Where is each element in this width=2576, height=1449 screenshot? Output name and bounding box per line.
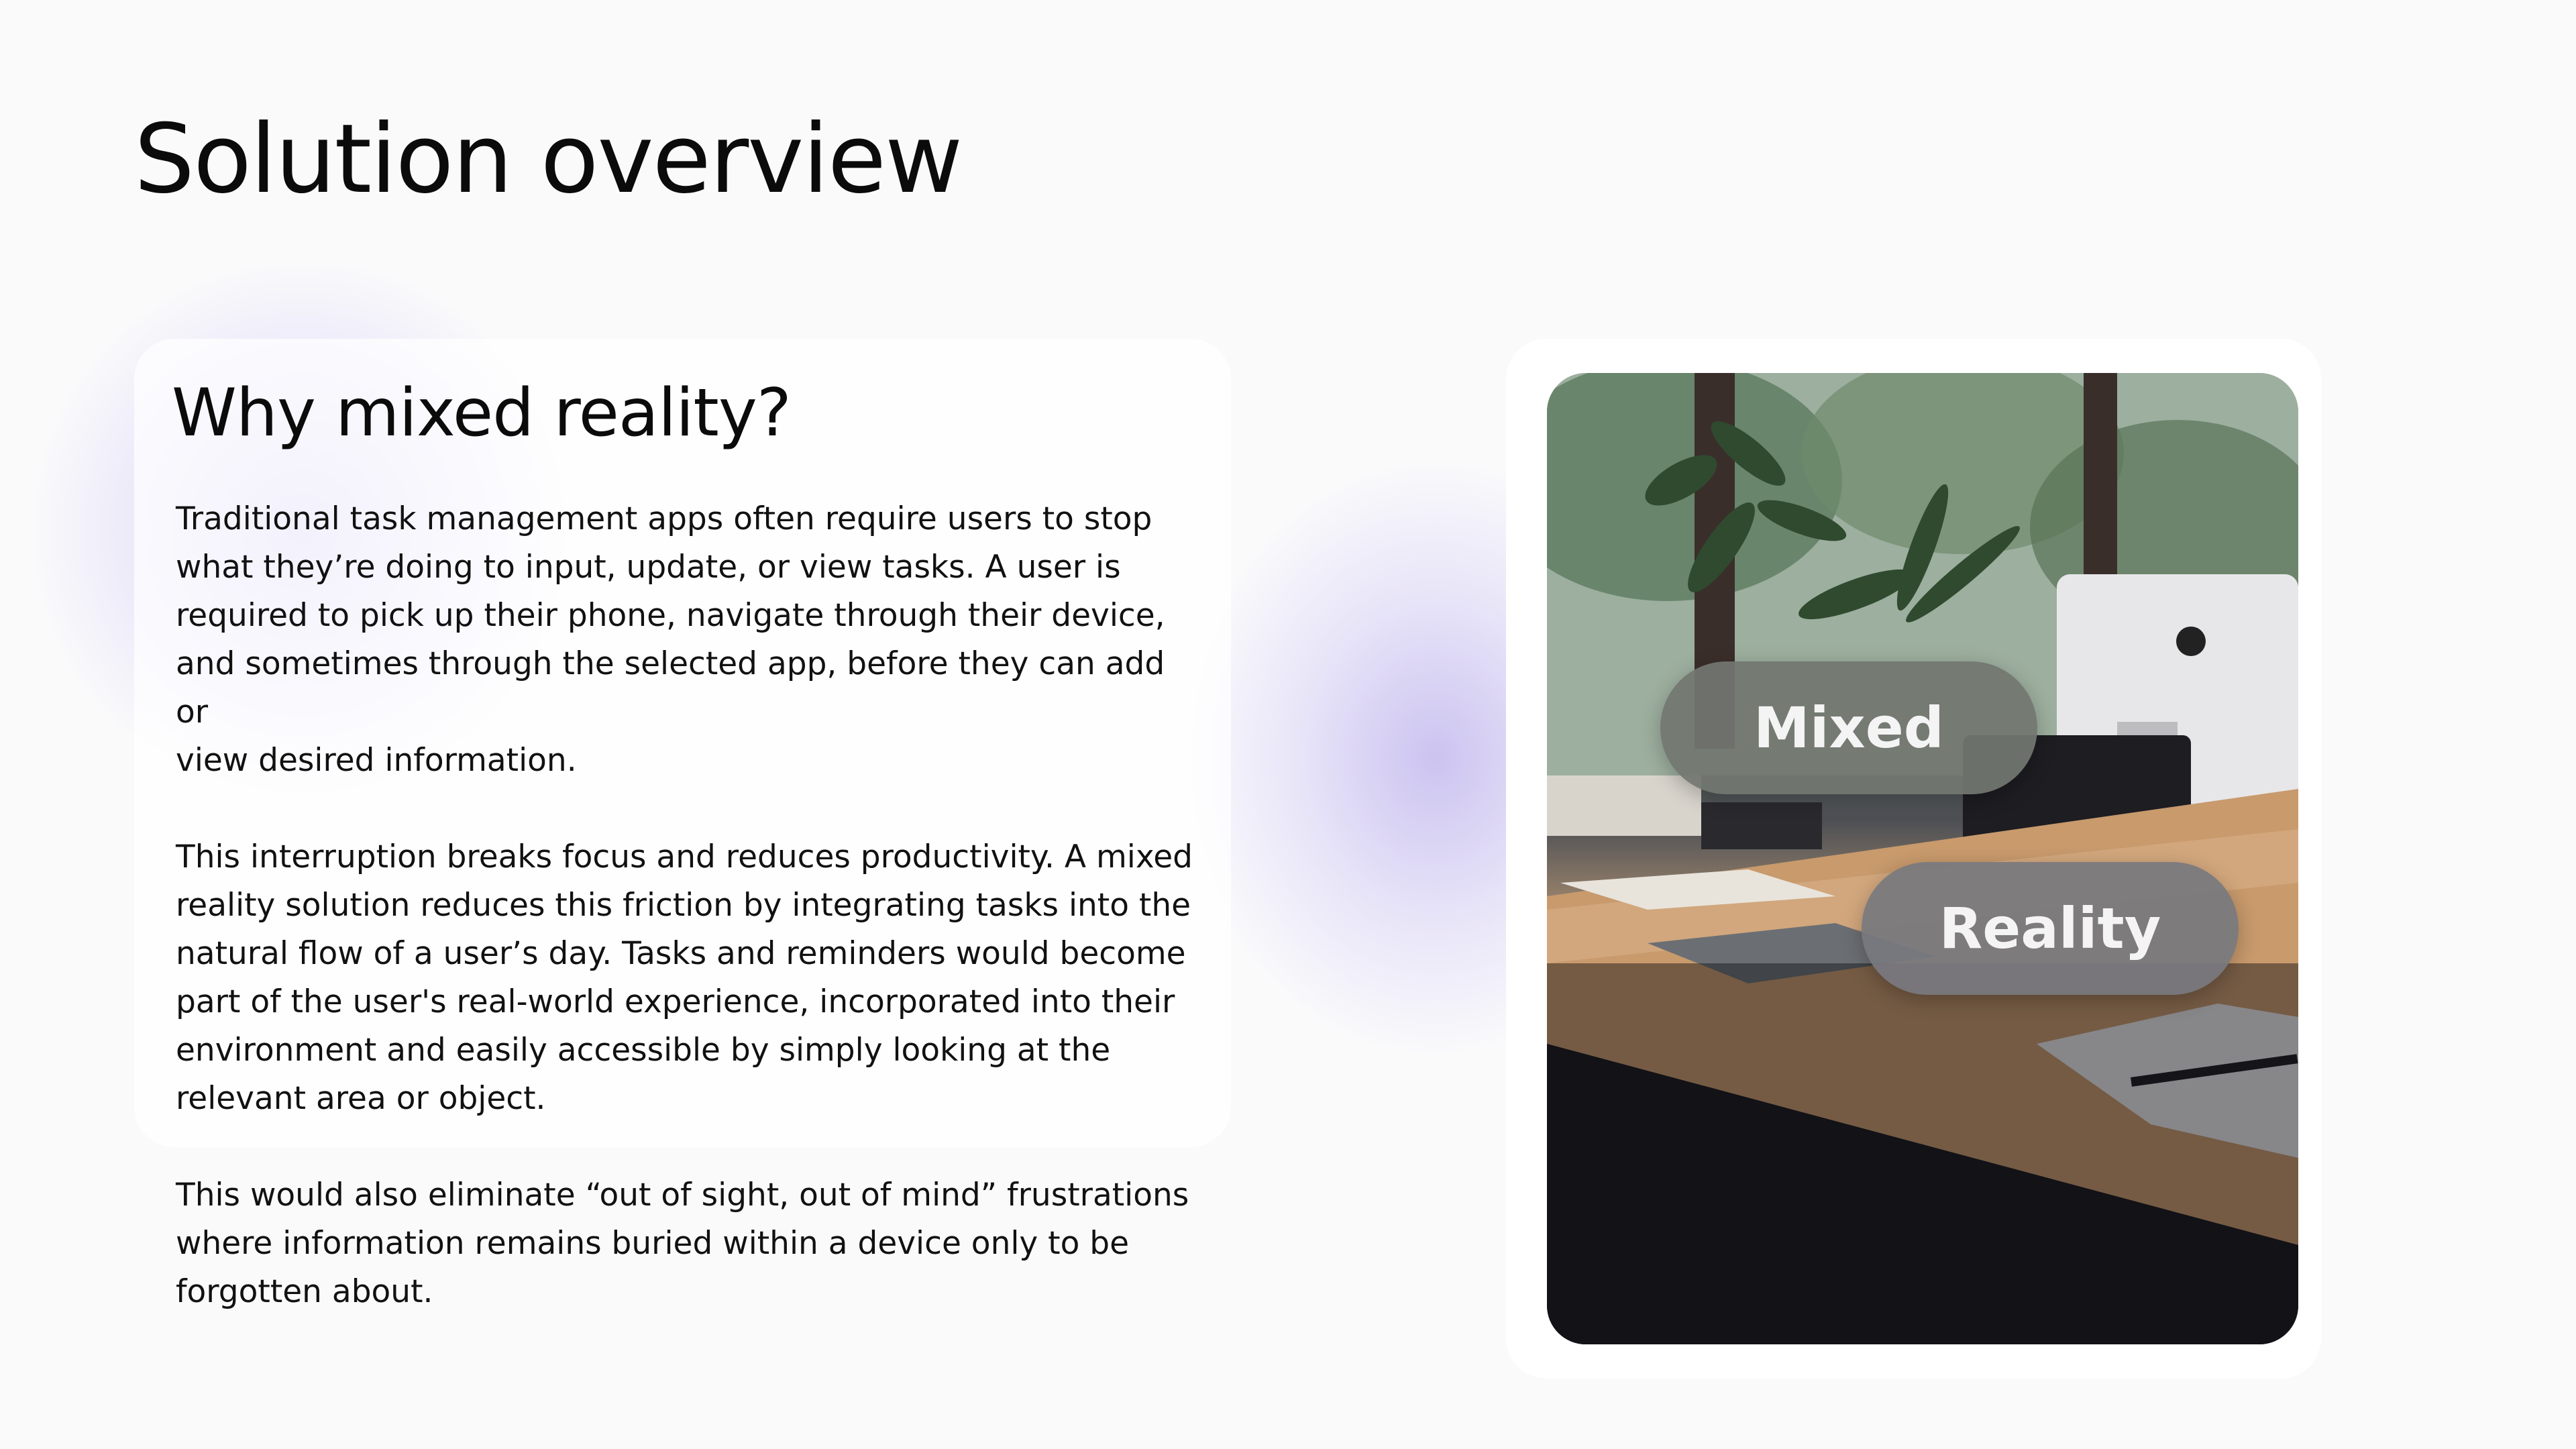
page-title: Solution overview <box>134 104 963 215</box>
desk-photo <box>1547 373 2298 1344</box>
desk-photo-illustration <box>1547 373 2298 1344</box>
paragraph-2: This interruption breaks focus and reduc… <box>176 839 1193 1117</box>
mixed-label-pill: Mixed <box>1660 661 2037 794</box>
reality-label-pill: Reality <box>1862 862 2239 995</box>
card-heading: Why mixed reality? <box>172 375 792 451</box>
card-body: Traditional task management apps often r… <box>176 495 1195 1364</box>
paragraph-1: Traditional task management apps often r… <box>176 500 1165 779</box>
paragraph-3: This would also eliminate “out of sight,… <box>176 1177 1189 1310</box>
